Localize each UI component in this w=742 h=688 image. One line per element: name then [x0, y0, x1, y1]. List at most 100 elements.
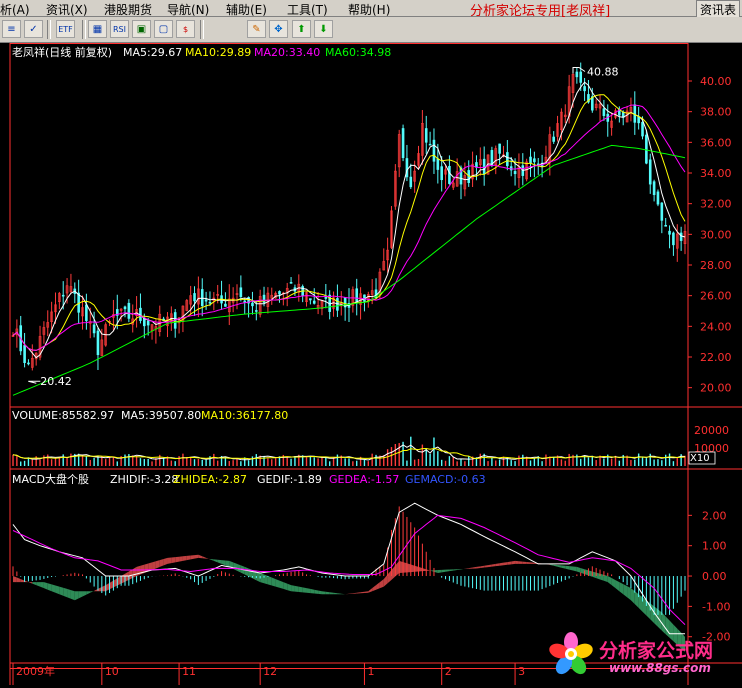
volume-ma10-label: MA10:36177.80	[201, 409, 288, 422]
menu-help[interactable]: 帮助(H)	[348, 1, 390, 18]
zhidea-label: ZHIDEA:-2.87	[173, 473, 247, 486]
down-arrow-icon[interactable]: ⬇	[314, 20, 333, 38]
macd-band-segment	[500, 563, 504, 566]
macd-band-segment	[581, 568, 585, 574]
candle-body	[205, 300, 207, 301]
macd-band-segment	[156, 560, 160, 568]
menu-analysis[interactable]: 析(A)	[0, 1, 30, 18]
macd-band-segment	[511, 561, 515, 564]
macd-band-segment	[349, 593, 353, 594]
menu-navigate[interactable]: 导航(N)	[167, 1, 209, 18]
gedif-label: GEDIF:-1.89	[257, 473, 322, 486]
macd-band-segment	[222, 560, 226, 565]
macd-tick-label: 1.00	[702, 540, 727, 553]
macd-band-segment	[623, 584, 627, 597]
logo-url: www.88gs.com	[609, 661, 711, 675]
macd-band-segment	[167, 557, 171, 563]
macd-band-segment	[299, 587, 303, 593]
candle-body	[429, 144, 431, 145]
macd-band-segment	[430, 570, 434, 572]
macd-band-segment	[83, 591, 87, 596]
macd-band-segment	[376, 582, 380, 590]
menu-assist[interactable]: 辅助(E)	[226, 1, 267, 18]
macd-band-segment	[129, 569, 133, 580]
macd-band-segment	[523, 562, 527, 564]
volume-ma5-label: MA5:39507.80	[121, 409, 201, 422]
high-annotation: 40.88	[587, 66, 619, 79]
macd-band-segment	[334, 593, 338, 595]
dollar-icon[interactable]: $	[176, 20, 195, 38]
price-tick-label: 30.00	[700, 228, 732, 241]
macd-band-segment	[488, 565, 492, 568]
candle-body	[97, 331, 99, 355]
macd-band-segment	[218, 560, 222, 564]
macd-band-segment	[110, 581, 114, 590]
gedif-line	[13, 503, 685, 634]
macd-band-segment	[550, 564, 554, 566]
macd-band-segment	[191, 555, 195, 559]
macd-band-segment	[179, 556, 183, 561]
pencil-icon[interactable]: ✎	[247, 20, 266, 38]
macd-band-segment	[287, 584, 291, 592]
menu-info[interactable]: 资讯(X)	[46, 1, 88, 18]
macd-band-segment	[422, 568, 426, 571]
macd-band-segment	[44, 582, 48, 590]
candle-body	[402, 128, 404, 157]
price-tick-label: 28.00	[700, 259, 732, 272]
candle-body	[263, 295, 265, 302]
volume-label: VOLUME:85582.97	[12, 409, 114, 422]
price-tick-label: 22.00	[700, 351, 732, 364]
screen-icon[interactable]: ▣	[132, 20, 151, 38]
tick-icon[interactable]: ✓	[24, 20, 43, 38]
macd-band-segment	[380, 579, 384, 588]
candle-body	[506, 152, 508, 165]
f10-icon[interactable]: ETF	[56, 20, 75, 38]
up-arrow-icon[interactable]: ⬆	[292, 20, 311, 38]
grid-icon[interactable]: ▦	[88, 20, 107, 38]
candle-body	[441, 167, 443, 180]
logo-name: 分析家公式网	[599, 636, 713, 663]
price-tick-label: 20.00	[700, 382, 732, 395]
move-icon[interactable]: ✥	[269, 20, 288, 38]
macd-band-segment	[307, 588, 311, 593]
macd-band-segment	[326, 592, 330, 595]
x-axis-label: 2	[445, 665, 452, 678]
candle-body	[124, 307, 126, 309]
macd-band-segment	[245, 567, 249, 576]
x-axis-label: 2009年	[16, 664, 55, 678]
macd-band-segment	[531, 562, 535, 564]
macd-band-segment	[619, 582, 623, 594]
macd-band-segment	[71, 590, 75, 600]
rsi-icon[interactable]: RSI	[110, 20, 129, 38]
gemacd-histogram	[13, 506, 685, 614]
macd-band-segment	[415, 566, 419, 572]
macd-band-segment	[527, 562, 531, 564]
menu-hk-futures[interactable]: 港股期货	[104, 1, 152, 18]
window-icon[interactable]: ▢	[154, 20, 173, 38]
price-title: 老凤祥(日线 前复权)	[12, 45, 112, 59]
macd-band-segment	[98, 587, 102, 591]
macd-band-segment	[361, 592, 365, 594]
ma10-label: MA10:29.89	[185, 46, 251, 59]
candle-body	[437, 159, 439, 170]
macd-band-segment	[515, 561, 519, 564]
menu-tools[interactable]: 工具(T)	[287, 1, 328, 18]
macd-band-segment	[59, 587, 63, 596]
macd-band-segment	[639, 594, 643, 611]
macd-tick-label: -1.00	[702, 600, 730, 613]
macd-band-segment	[175, 557, 179, 563]
candle-body	[201, 289, 203, 305]
candle-body	[530, 157, 532, 163]
lines-icon[interactable]: ≡	[2, 20, 21, 38]
macd-band-segment	[604, 575, 608, 582]
macd-band-segment	[303, 587, 307, 592]
macd-band-segment	[214, 559, 218, 562]
macd-band-segment	[438, 570, 442, 573]
macd-band-segment	[160, 559, 164, 567]
candle-body	[499, 144, 501, 153]
macd-band-segment	[183, 556, 187, 561]
macd-band-segment	[558, 565, 562, 568]
candle-body	[665, 225, 667, 226]
candle-body	[448, 166, 450, 183]
ma5-label: MA5:29.67	[123, 46, 182, 59]
